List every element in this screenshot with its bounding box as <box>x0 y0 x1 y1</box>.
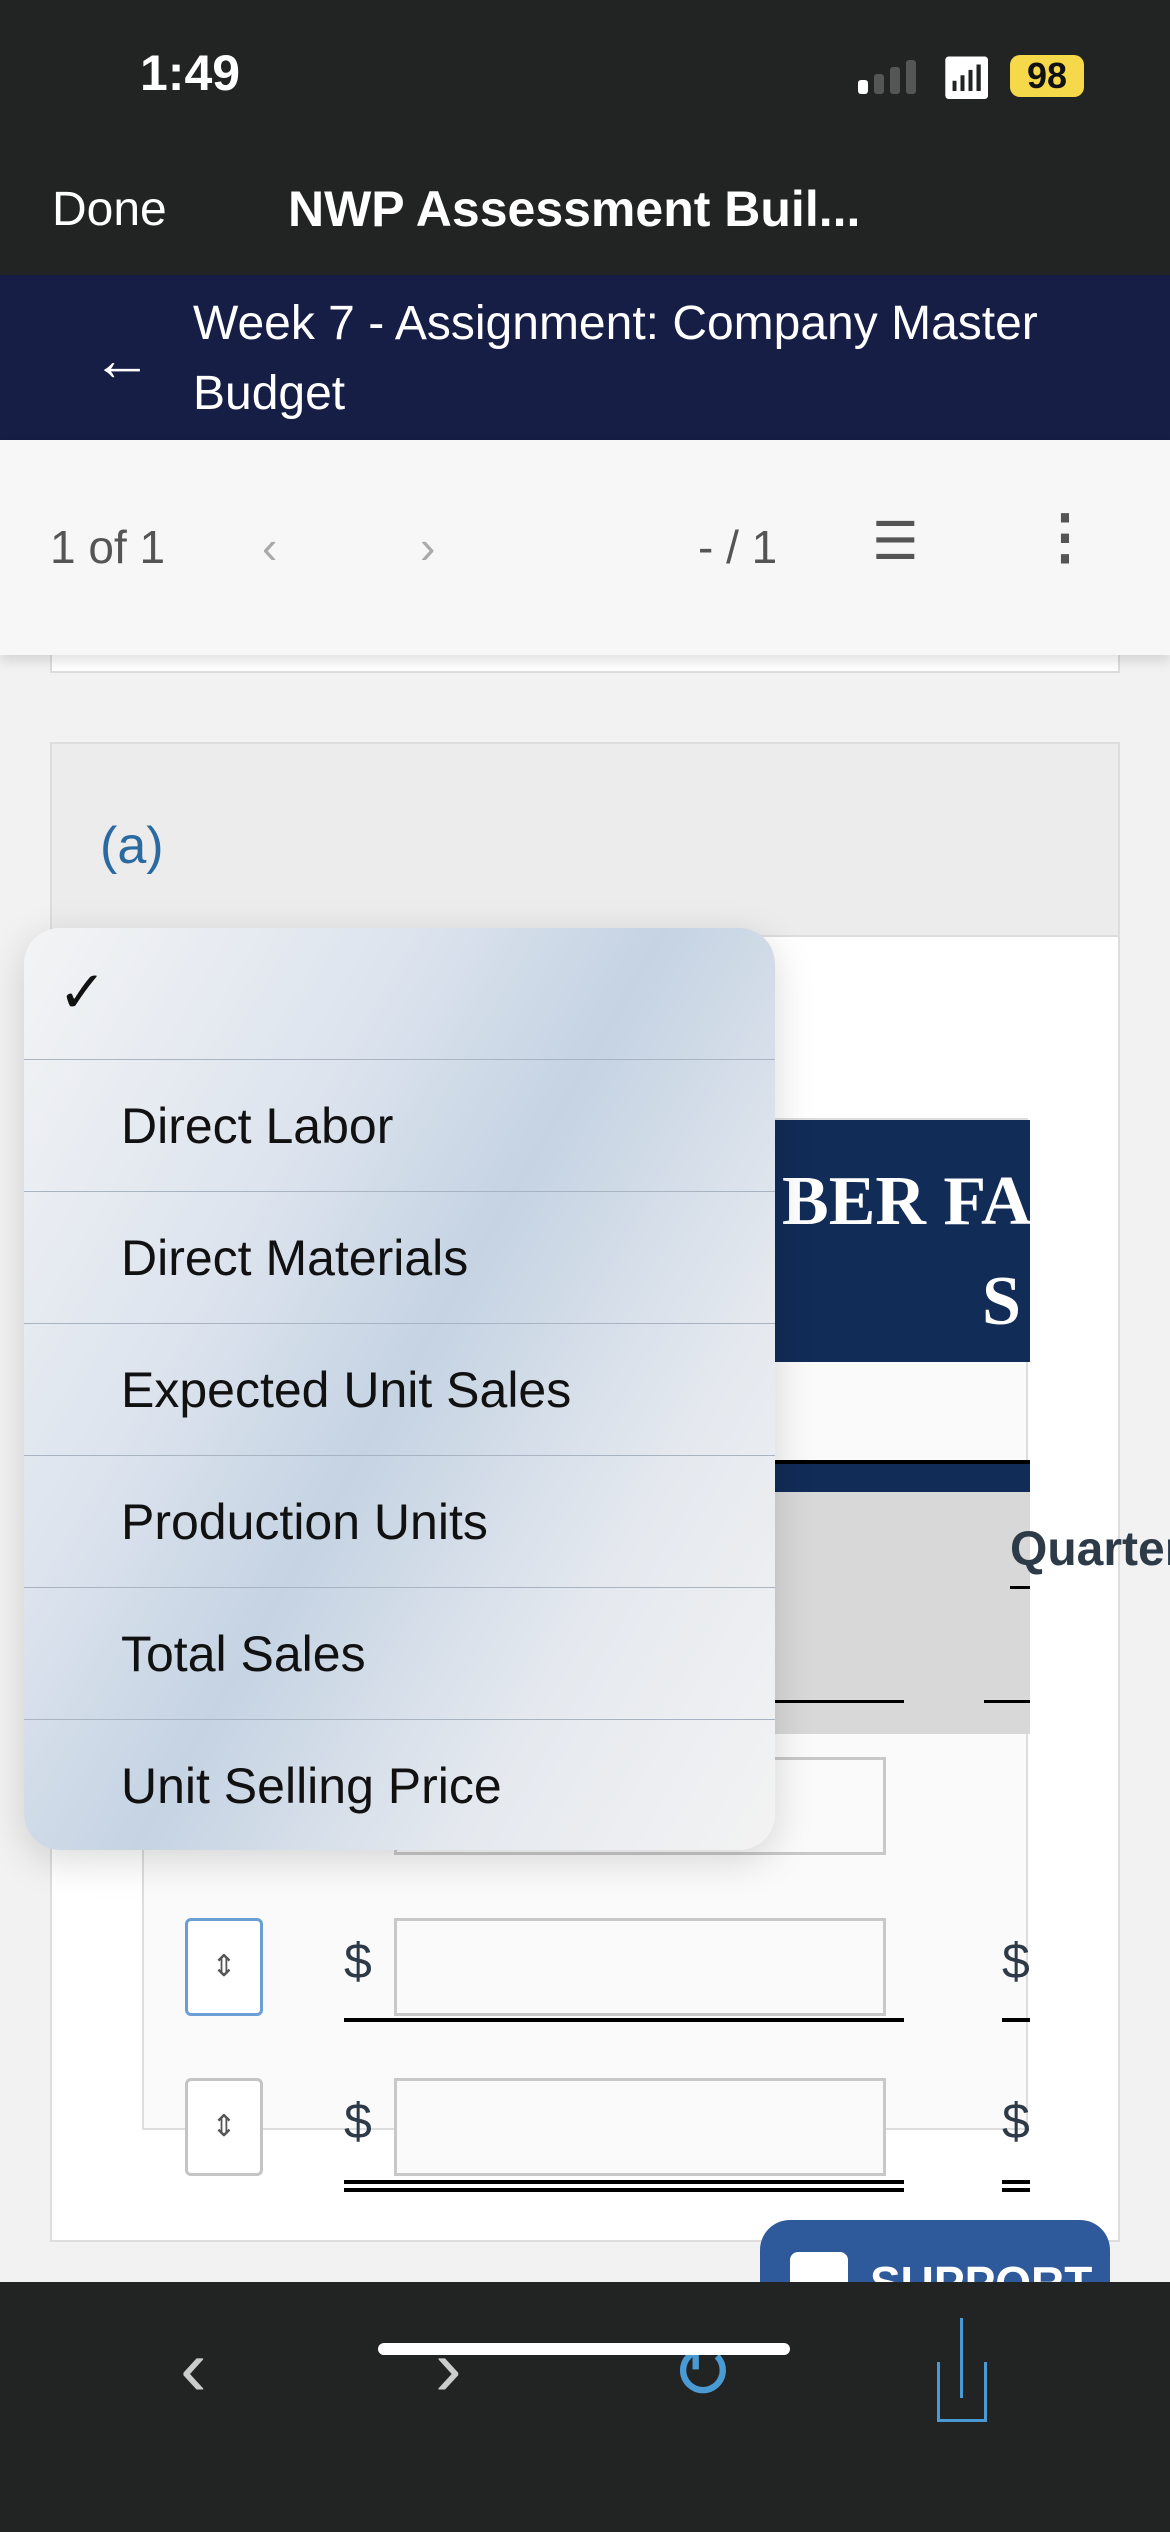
column-header-row: Quarter <box>774 1492 1170 1734</box>
home-indicator[interactable] <box>378 2343 790 2355</box>
amount-input[interactable] <box>394 1918 886 2016</box>
dropdown-option[interactable]: Unit Selling Price <box>24 1719 775 1850</box>
banner-line-2: S <box>982 1263 1021 1340</box>
chevron-up-down-icon: ⇕ <box>211 2110 237 2143</box>
share-icon[interactable] <box>937 2318 987 2422</box>
dropdown-option-blank[interactable] <box>24 928 775 1059</box>
column-header-quarter: Quarter <box>1010 1523 1170 1576</box>
currency-symbol: $ <box>344 1933 372 1989</box>
forward-icon[interactable]: › <box>435 2322 462 2414</box>
app-title: NWP Assessment Buil... <box>288 181 861 237</box>
done-button[interactable]: Done <box>52 182 167 237</box>
clock: 1:49 <box>140 45 241 101</box>
assignment-header: ← Week 7 - Assignment: Company Master Bu… <box>0 275 1170 440</box>
currency-symbol: $ <box>344 2093 372 2149</box>
table-banner: BER FA S <box>774 1120 1030 1362</box>
chevron-up-down-icon: ⇕ <box>211 1950 237 1983</box>
double-underline <box>344 2180 904 2184</box>
chevron-right-icon[interactable]: › <box>420 520 435 574</box>
arrow-left-icon[interactable]: ← <box>92 325 152 394</box>
single-underline <box>344 2018 904 2022</box>
reload-icon[interactable]: ↻ <box>670 2327 734 2416</box>
back-icon[interactable]: ‹ <box>180 2322 207 2414</box>
status-bar: 1:49 📶︎ 98 <box>0 0 1170 160</box>
card-header: (a) <box>52 744 1118 937</box>
cellular-signal-icon <box>858 60 916 94</box>
chevron-left-icon[interactable]: ‹ <box>262 520 277 574</box>
wifi-icon: 📶︎ <box>940 54 994 101</box>
browser-bottom-bar: ‹ › ↻ <box>0 2282 1170 2532</box>
currency-symbol: $ <box>1002 2093 1030 2149</box>
previous-card <box>50 655 1120 673</box>
page-indicator: - / 1 <box>698 521 778 573</box>
row-select[interactable]: ⇕ <box>185 2078 263 2176</box>
dropdown-option[interactable]: Direct Labor <box>24 1059 775 1191</box>
currency-symbol: $ <box>1002 1933 1030 1989</box>
battery-icon: 98 <box>1010 55 1084 97</box>
select-dropdown-menu: ✓ Direct Labor Direct Materials Expected… <box>24 928 775 1850</box>
part-label: (a) <box>100 817 164 875</box>
dropdown-option[interactable]: Expected Unit Sales <box>24 1323 775 1455</box>
more-vertical-icon[interactable]: ⋮ <box>1035 502 1095 572</box>
document-toolbar: 1 of 1 ‹ › - / 1 ☰ ⋮ <box>0 440 1170 655</box>
row-select[interactable]: ⇕ <box>185 1918 263 2016</box>
dropdown-option[interactable]: Production Units <box>24 1455 775 1587</box>
browser-nav-bar: Done NWP Assessment Buil... <box>0 160 1170 275</box>
banner-line-1: BER FA <box>782 1163 1030 1240</box>
numbered-list-icon[interactable]: ☰ <box>872 512 919 572</box>
page-count: 1 of 1 <box>50 521 166 573</box>
banner-divider <box>774 1460 1030 1492</box>
assignment-title: Week 7 - Assignment: Company Master Budg… <box>193 297 1038 420</box>
amount-input[interactable] <box>394 2078 886 2176</box>
dropdown-option[interactable]: Direct Materials <box>24 1191 775 1323</box>
dropdown-option[interactable]: Total Sales <box>24 1587 775 1719</box>
